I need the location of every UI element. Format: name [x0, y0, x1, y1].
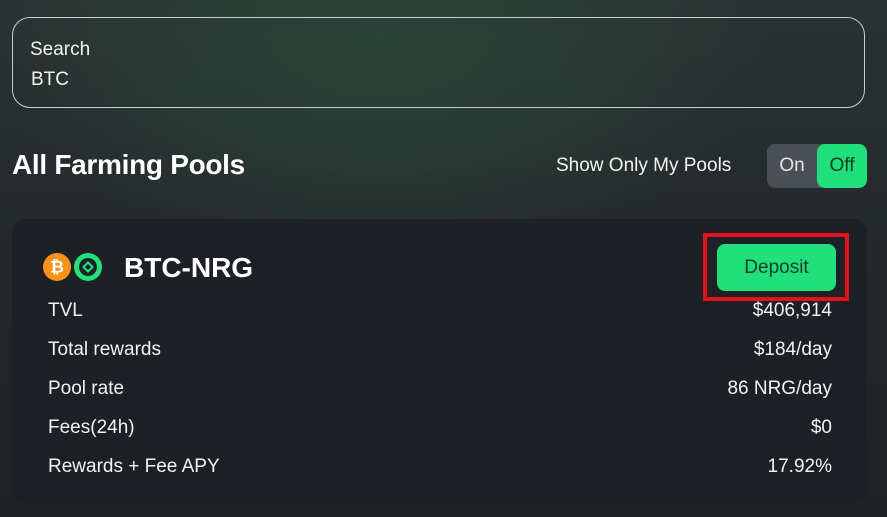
stat-value: $184/day: [753, 339, 832, 360]
stat-value: $0: [810, 417, 832, 438]
energi-icon: [74, 253, 102, 281]
stat-value: 86 NRG/day: [727, 378, 832, 399]
stat-label: Pool rate: [48, 378, 125, 399]
search-box[interactable]: Search: [12, 17, 865, 108]
stat-row-pool-rate: Pool rate 86 NRG/day: [48, 378, 832, 404]
my-pools-toggle[interactable]: On Off: [767, 144, 867, 188]
search-label: Search: [30, 39, 91, 60]
svg-text:₿: ₿: [50, 258, 64, 278]
stat-row-apy: Rewards + Fee APY 17.92%: [48, 456, 832, 482]
bitcoin-icon: ₿: [43, 253, 71, 281]
pool-pair-icons: ₿: [43, 253, 102, 281]
toggle-off-option[interactable]: Off: [817, 144, 867, 188]
stat-label: Fees(24h): [48, 417, 135, 438]
stat-label: Total rewards: [48, 339, 161, 360]
stat-label: Rewards + Fee APY: [48, 456, 220, 477]
stat-value: 17.92%: [767, 456, 832, 477]
stat-row-total-rewards: Total rewards $184/day: [48, 339, 832, 365]
stat-row-fees: Fees(24h) $0: [48, 417, 832, 443]
pool-name: BTC-NRG: [124, 252, 254, 283]
toggle-on-option[interactable]: On: [767, 144, 817, 188]
show-only-my-pools-label: Show Only My Pools: [556, 155, 732, 176]
stat-row-tvl: TVL $406,914: [48, 300, 832, 326]
stat-value: $406,914: [752, 300, 832, 321]
deposit-button[interactable]: Deposit: [717, 244, 836, 291]
search-input[interactable]: [31, 69, 831, 91]
pool-card: ₿ BTC-NRG Deposit TVL $406,914 Total rew…: [12, 219, 867, 503]
stat-label: TVL: [48, 300, 83, 321]
page-title: All Farming Pools: [12, 149, 245, 180]
